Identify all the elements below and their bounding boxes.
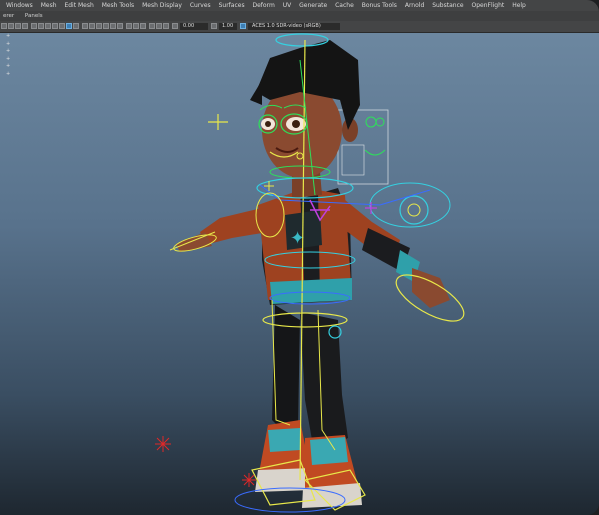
antialias-icon[interactable] — [156, 23, 162, 29]
exposure-icon[interactable] — [172, 23, 178, 29]
xray-icon[interactable] — [126, 23, 132, 29]
film-gate-icon[interactable] — [38, 23, 44, 29]
wireframe-icon[interactable] — [82, 23, 88, 29]
menu-windows[interactable]: Windows — [6, 0, 33, 11]
panel-menu-panels[interactable]: Panels — [25, 13, 43, 19]
foot-locator[interactable] — [242, 473, 256, 487]
menu-cache[interactable]: Cache — [335, 0, 354, 11]
exposure-field[interactable]: 0.00 — [180, 23, 208, 30]
view-transform-value: ACES 1.0 SDR-video (sRGB) — [252, 23, 321, 29]
menu-mesh[interactable]: Mesh — [41, 0, 57, 11]
safe-title-icon[interactable] — [73, 23, 79, 29]
shadows-icon[interactable] — [110, 23, 116, 29]
color-management-icon[interactable] — [240, 23, 246, 29]
motion-blur-icon[interactable] — [149, 23, 155, 29]
character-torso: ✦ — [258, 188, 352, 305]
menu-substance[interactable]: Substance — [432, 0, 463, 11]
character-legs — [255, 305, 362, 508]
menu-openflight[interactable]: OpenFlight — [471, 0, 504, 11]
ambient-occlusion-icon[interactable] — [117, 23, 123, 29]
menu-arnold[interactable]: Arnold — [405, 0, 424, 11]
gamma-icon[interactable] — [211, 23, 217, 29]
pole-vector-locator[interactable] — [155, 436, 171, 452]
rigged-character-scene[interactable]: ✦ — [0, 33, 599, 515]
head-control[interactable] — [275, 33, 329, 47]
viewport-toolbar: 0.00 1.00 ACES 1.0 SDR-video (sRGB) — [0, 21, 599, 33]
field-chart-icon[interactable] — [59, 23, 65, 29]
menu-deform[interactable]: Deform — [253, 0, 275, 11]
menu-generate[interactable]: Generate — [299, 0, 327, 11]
xray-joints-icon[interactable] — [133, 23, 139, 29]
isolate-select-icon[interactable] — [140, 23, 146, 29]
gamma-field[interactable]: 1.00 — [219, 23, 237, 30]
textured-icon[interactable] — [96, 23, 102, 29]
depth-of-field-icon[interactable] — [163, 23, 169, 29]
grid-icon[interactable] — [31, 23, 37, 29]
gate-mask-icon[interactable] — [52, 23, 58, 29]
menu-surfaces[interactable]: Surfaces — [219, 0, 245, 11]
main-menubar: Windows Mesh Edit Mesh Mesh Tools Mesh D… — [0, 0, 599, 11]
menu-curves[interactable]: Curves — [190, 0, 211, 11]
menu-bonus-tools[interactable]: Bonus Tools — [362, 0, 397, 11]
menu-mesh-tools[interactable]: Mesh Tools — [102, 0, 134, 11]
resolution-gate-icon[interactable] — [45, 23, 51, 29]
menu-help[interactable]: Help — [512, 0, 526, 11]
smooth-shade-icon[interactable] — [89, 23, 95, 29]
view-transform-dropdown[interactable]: ACES 1.0 SDR-video (sRGB) — [248, 23, 340, 30]
maya-window: Windows Mesh Edit Mesh Mesh Tools Mesh D… — [0, 0, 599, 515]
lights-icon[interactable] — [103, 23, 109, 29]
attributes-icon[interactable] — [8, 23, 14, 29]
menu-edit-mesh[interactable]: Edit Mesh — [64, 0, 93, 11]
menu-mesh-display[interactable]: Mesh Display — [142, 0, 182, 11]
image-plane-icon[interactable] — [22, 23, 28, 29]
panel-menu-renderer[interactable]: erer — [3, 13, 14, 19]
bookmark-icon[interactable] — [15, 23, 21, 29]
safe-action-icon[interactable] — [66, 23, 72, 29]
menu-uv[interactable]: UV — [283, 0, 292, 11]
locator-cross[interactable] — [208, 114, 228, 130]
camera-icon[interactable] — [1, 23, 7, 29]
viewport-panel-menubar: erer Panels — [0, 11, 599, 21]
